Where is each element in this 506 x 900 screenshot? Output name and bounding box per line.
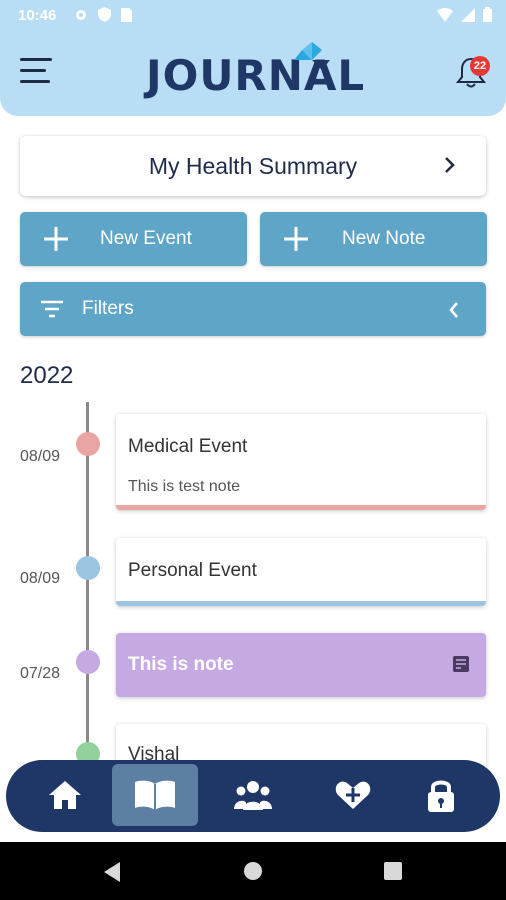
filters-label: Filters (82, 298, 134, 319)
nav-people[interactable] (210, 764, 296, 826)
entry-title: Personal Event (128, 560, 257, 581)
menu-icon[interactable] (20, 58, 52, 88)
entry-title: This is note (128, 654, 234, 675)
status-bar: 10:46 (0, 0, 506, 32)
timeline-year: 2022 (20, 362, 74, 389)
pinwheel-icon (294, 42, 330, 70)
new-note-button[interactable]: New Note (260, 212, 487, 266)
note-icon (453, 656, 469, 672)
health-summary-label: My Health Summary (148, 153, 358, 179)
chevron-left-icon (449, 302, 458, 318)
entry-note: This is test note (128, 478, 241, 495)
entry-date: 08/09 (20, 570, 61, 587)
sim-card-icon (121, 7, 132, 22)
new-event-label: New Event (100, 228, 192, 249)
new-event-button[interactable]: New Event (20, 212, 247, 266)
timeline-card-note[interactable]: This is note (116, 633, 486, 697)
notification-badge: 22 (470, 56, 490, 76)
home-icon (49, 781, 81, 809)
back-icon[interactable] (102, 861, 122, 883)
recents-icon[interactable] (384, 862, 402, 880)
nav-journal[interactable] (112, 764, 198, 826)
shield-icon (98, 7, 111, 22)
new-note-label: New Note (342, 228, 426, 249)
entry-title: Medical Event (128, 436, 248, 457)
filter-icon (41, 300, 63, 318)
health-heart-icon (335, 781, 371, 809)
entry-color-bar (116, 505, 486, 510)
cell-signal-icon (461, 7, 475, 22)
timeline-dot (76, 432, 100, 456)
system-nav-bar (0, 842, 506, 900)
plus-icon (44, 227, 68, 251)
nav-home[interactable] (22, 764, 108, 826)
nav-lock[interactable] (398, 764, 484, 826)
entry-date: 08/09 (20, 448, 61, 465)
timeline-dot (76, 650, 100, 674)
timeline-card-medical-event[interactable]: Medical Event This is test note (116, 414, 486, 510)
chevron-right-icon (445, 157, 455, 173)
status-time: 10:46 (18, 7, 57, 24)
timeline-dot (76, 556, 100, 580)
logo-text: JOURNAL (146, 51, 366, 100)
health-summary-button[interactable]: My Health Summary (20, 136, 486, 196)
timeline-line (86, 402, 89, 762)
bottom-nav (6, 760, 500, 832)
lock-icon (428, 780, 454, 812)
entry-color-bar (116, 601, 486, 606)
wifi-icon (437, 7, 453, 22)
journal-logo: JOURNAL (146, 42, 366, 104)
nav-health[interactable] (310, 764, 396, 826)
entry-date: 07/28 (20, 665, 61, 682)
app-header: JOURNAL 22 (0, 32, 506, 116)
plus-icon (284, 227, 308, 251)
home-button-icon[interactable] (243, 861, 263, 881)
journal-book-icon (135, 780, 175, 810)
filters-toggle[interactable]: Filters (20, 282, 486, 336)
people-icon (234, 781, 272, 810)
settings-icon (76, 9, 86, 20)
battery-icon (483, 7, 492, 22)
timeline-card-personal-event[interactable]: Personal Event (116, 538, 486, 606)
